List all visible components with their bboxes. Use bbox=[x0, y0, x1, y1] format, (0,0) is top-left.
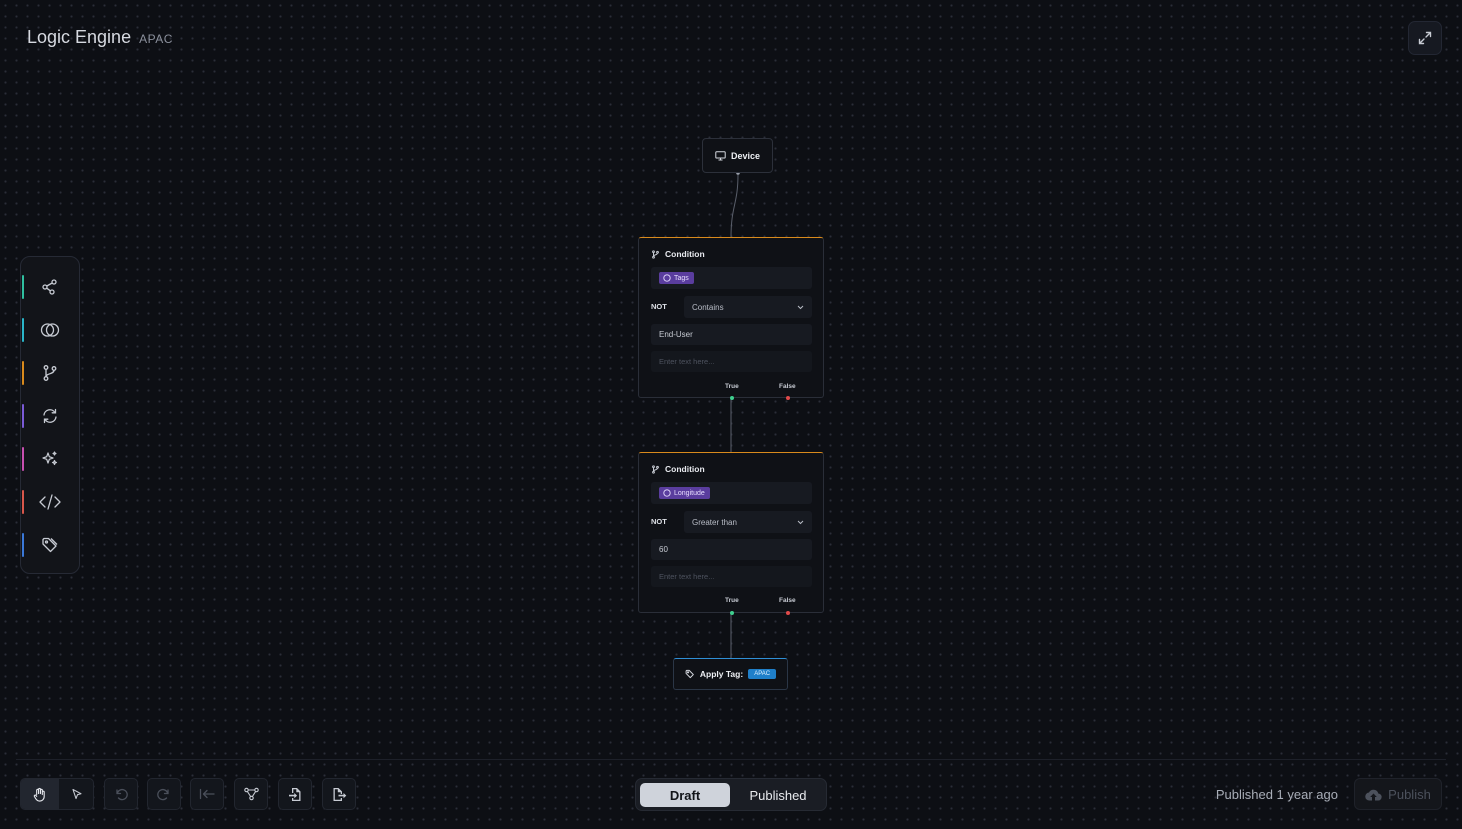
value-input[interactable]: End-User bbox=[651, 324, 812, 345]
file-import-icon bbox=[289, 787, 301, 801]
palette-item-share[interactable] bbox=[21, 275, 79, 299]
operator-select[interactable]: Contains bbox=[684, 296, 812, 318]
flow-edges bbox=[730, 171, 740, 659]
true-handle[interactable] bbox=[730, 396, 734, 400]
import-button[interactable] bbox=[278, 778, 312, 810]
tag-icon bbox=[685, 669, 694, 679]
auto-layout-button[interactable] bbox=[234, 778, 268, 810]
condition-node-1[interactable]: Condition Tags NOT Contains End-User Ent… bbox=[638, 237, 824, 400]
value-input[interactable]: 60 bbox=[651, 539, 812, 560]
publish-label: Publish bbox=[1388, 786, 1431, 802]
palette-item-ai[interactable] bbox=[21, 447, 79, 471]
true-branch-label: True bbox=[725, 597, 739, 604]
operator-value: Greater than bbox=[692, 517, 737, 527]
false-handle[interactable] bbox=[786, 396, 790, 400]
export-button[interactable] bbox=[322, 778, 356, 810]
field-chip: Longitude bbox=[659, 487, 710, 499]
code-icon bbox=[39, 494, 61, 510]
condition-title: Condition bbox=[665, 464, 705, 474]
condition-node-2[interactable]: Condition Longitude NOT Greater than 60 … bbox=[638, 452, 824, 615]
arrow-to-start-icon bbox=[199, 788, 215, 800]
git-branch-icon bbox=[43, 365, 57, 381]
file-export-icon bbox=[333, 787, 346, 801]
node-palette bbox=[20, 256, 80, 574]
hand-tool-button[interactable] bbox=[21, 779, 58, 809]
bottom-divider bbox=[16, 759, 1446, 760]
tag-icon bbox=[42, 537, 58, 553]
share-nodes-icon bbox=[42, 279, 57, 295]
chevron-down-icon bbox=[797, 520, 804, 524]
undo-button[interactable] bbox=[104, 778, 138, 810]
palette-item-loop[interactable] bbox=[21, 404, 79, 428]
device-label: Device bbox=[730, 150, 761, 161]
select-tool-button[interactable] bbox=[58, 779, 95, 809]
true-branch-label: True bbox=[725, 383, 739, 390]
device-node[interactable]: Device bbox=[702, 138, 773, 173]
page-title: Logic Engine bbox=[27, 27, 132, 47]
refresh-icon bbox=[43, 408, 57, 424]
palette-item-tag[interactable] bbox=[21, 533, 79, 557]
edge-device-condition1 bbox=[730, 173, 739, 239]
chevron-down-icon bbox=[797, 305, 804, 309]
monitor-icon bbox=[715, 150, 726, 160]
region-label: APAC bbox=[139, 32, 173, 46]
palette-item-branch[interactable] bbox=[21, 361, 79, 385]
field-chip-label: Longitude bbox=[674, 489, 705, 497]
cloud-upload-icon bbox=[1365, 789, 1382, 801]
field-selector[interactable]: Tags bbox=[651, 267, 812, 289]
undo-icon bbox=[116, 788, 128, 801]
circle-icon bbox=[663, 489, 671, 497]
published-tab[interactable]: Published bbox=[734, 783, 822, 807]
reset-position-button[interactable] bbox=[190, 778, 224, 810]
redo-button[interactable] bbox=[147, 778, 181, 810]
text-input[interactable]: Enter text here... bbox=[651, 566, 812, 587]
field-selector[interactable]: Longitude bbox=[651, 482, 812, 504]
text-input[interactable]: Enter text here... bbox=[651, 351, 812, 372]
field-chip-label: Tags bbox=[674, 274, 689, 282]
condition-title: Condition bbox=[665, 249, 705, 259]
draft-tab[interactable]: Draft bbox=[640, 783, 730, 807]
graph-nodes-icon bbox=[243, 787, 259, 801]
condition-header: Condition bbox=[651, 249, 705, 259]
hand-icon bbox=[33, 787, 45, 802]
false-branch-label: False bbox=[779, 597, 796, 604]
sparkles-icon bbox=[42, 451, 58, 466]
operator-value: Contains bbox=[692, 302, 724, 312]
false-handle[interactable] bbox=[786, 611, 790, 615]
not-toggle[interactable]: NOT bbox=[651, 302, 667, 311]
operator-select[interactable]: Greater than bbox=[684, 511, 812, 533]
expand-icon bbox=[1418, 31, 1432, 45]
fullscreen-button[interactable] bbox=[1408, 21, 1442, 55]
cursor-icon bbox=[72, 788, 82, 799]
condition-header: Condition bbox=[651, 464, 705, 474]
overlap-circles-icon bbox=[40, 323, 60, 337]
circle-icon bbox=[663, 274, 671, 282]
palette-item-overlap[interactable] bbox=[21, 318, 79, 342]
not-toggle[interactable]: NOT bbox=[651, 517, 667, 526]
apply-tag-chip: APAC bbox=[748, 669, 777, 679]
true-handle[interactable] bbox=[730, 611, 734, 615]
redo-icon bbox=[157, 788, 169, 801]
version-toggle: Draft Published bbox=[635, 778, 827, 811]
publish-button[interactable]: Publish bbox=[1354, 778, 1442, 810]
false-branch-label: False bbox=[779, 383, 796, 390]
field-chip: Tags bbox=[659, 272, 694, 284]
git-branch-icon bbox=[652, 249, 659, 259]
tool-mode-group bbox=[20, 778, 94, 810]
page-header: Logic Engine APAC bbox=[27, 27, 173, 48]
apply-tag-label: Apply Tag: bbox=[699, 669, 744, 679]
git-branch-icon bbox=[652, 464, 659, 474]
palette-item-code[interactable] bbox=[21, 490, 79, 514]
apply-tag-node[interactable]: Apply Tag: APAC bbox=[673, 658, 788, 690]
publish-status: Published 1 year ago bbox=[1215, 787, 1338, 802]
